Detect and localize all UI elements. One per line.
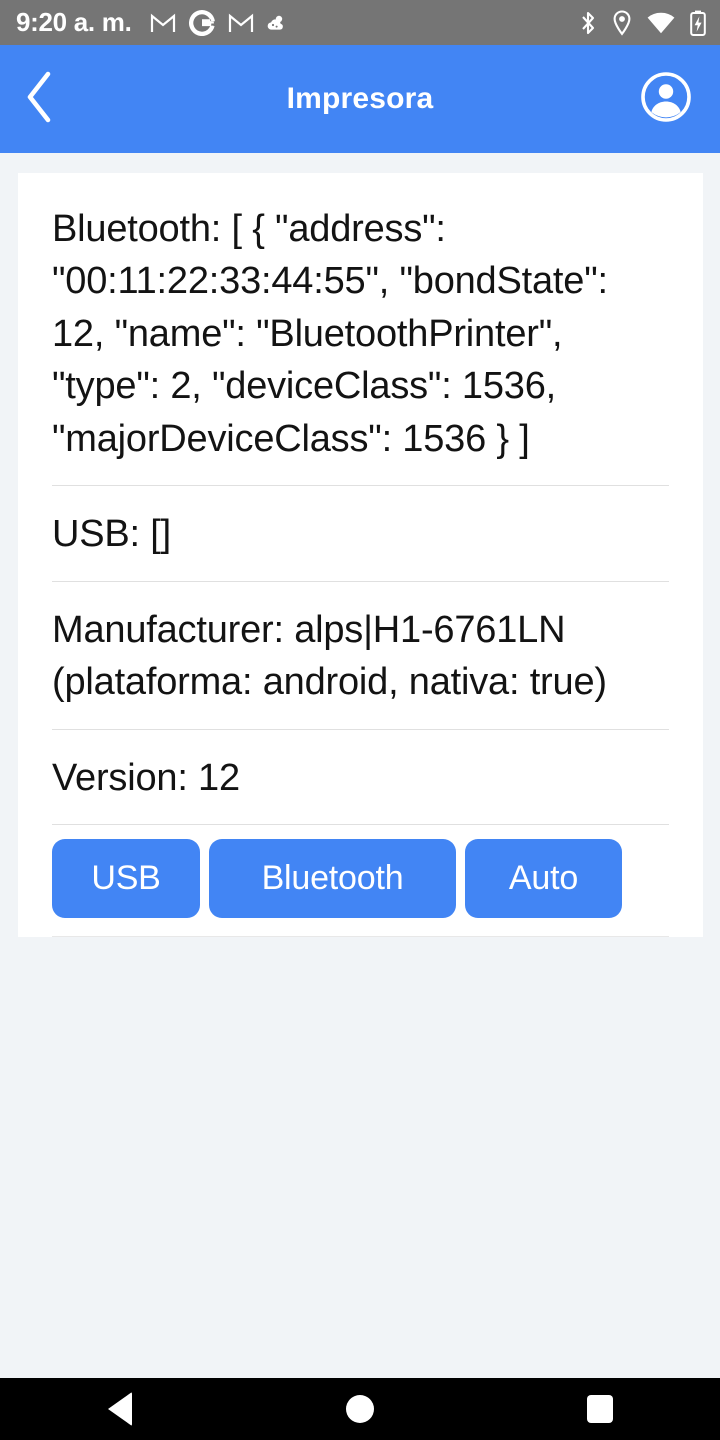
bluetooth-button[interactable]: Bluetooth <box>209 838 456 918</box>
version-text: Version: 12 <box>52 756 240 799</box>
nav-back-button[interactable] <box>60 1378 180 1440</box>
info-row-bluetooth: Bluetooth: [ { "address": "00:11:22:33:4… <box>52 173 669 487</box>
auto-button[interactable]: Auto <box>465 838 622 918</box>
nav-home-circle-icon <box>346 1395 374 1423</box>
account-circle-icon <box>640 71 692 128</box>
info-row-usb: USB: [] <box>52 486 669 582</box>
info-row-manufacturer: Manufacturer: alps|H1-6761LN (plataforma… <box>52 582 669 730</box>
nav-recents-button[interactable] <box>540 1378 660 1440</box>
status-clock: 9:20 a. m. <box>16 7 132 37</box>
google-icon <box>188 9 215 36</box>
phone-screen: 9:20 a. m. Impresora Bluetooth: [{"add… <box>0 0 720 1440</box>
location-pin-icon <box>612 9 632 36</box>
account-button[interactable] <box>640 71 692 128</box>
status-notification-icons <box>150 9 285 36</box>
android-nav-bar <box>0 1378 720 1440</box>
gmail-icon <box>150 12 176 34</box>
nav-home-button[interactable] <box>300 1378 420 1440</box>
content-area: Bluetooth: [ { "address": "00:11:22:33:4… <box>0 153 720 1378</box>
back-button[interactable] <box>22 71 68 125</box>
chevron-left-icon <box>22 70 56 129</box>
bluetooth-icon <box>579 10 597 36</box>
status-bar: 9:20 a. m. <box>0 0 720 45</box>
nav-back-triangle-icon <box>108 1392 132 1426</box>
app-bar: Impresora <box>0 45 720 153</box>
manufacturer-text: Manufacturer: alps|H1-6761LN (plataforma… <box>52 608 607 704</box>
usb-devices-text: USB: [] <box>52 513 171 556</box>
battery-charging-icon <box>690 10 706 36</box>
gmail-icon <box>228 12 254 34</box>
wifi-icon <box>647 12 675 34</box>
weather-cloud-icon <box>267 14 285 31</box>
bluetooth-devices-text: Bluetooth: [ { "address": "00:11:22:33:4… <box>52 208 608 460</box>
page-title: Impresora <box>286 82 434 115</box>
printer-info-card: Bluetooth: [ { "address": "00:11:22:33:4… <box>18 173 703 937</box>
usb-button[interactable]: USB <box>52 838 200 918</box>
connection-buttons: USB Bluetooth Auto <box>52 825 669 937</box>
nav-recents-square-icon <box>587 1395 613 1423</box>
info-row-version: Version: 12 <box>52 730 669 825</box>
status-system-icons <box>579 9 706 36</box>
